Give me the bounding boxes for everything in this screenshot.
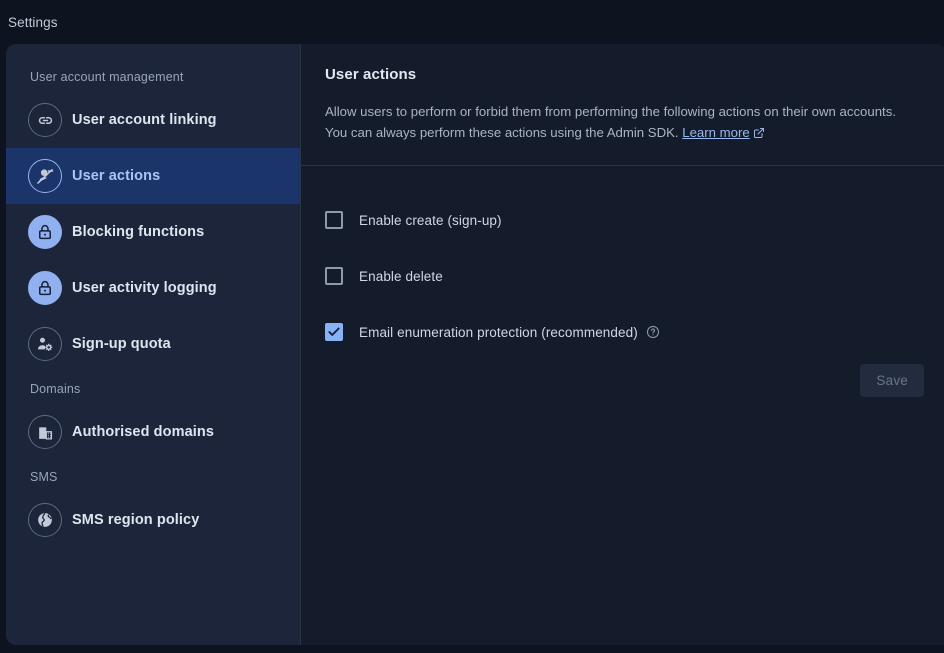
save-button-container: Save [860, 364, 924, 397]
checkbox-enable-delete[interactable] [325, 267, 343, 285]
option-row[interactable]: Email enumeration protection (recommende… [325, 304, 944, 360]
description-line-1: Allow users to perform or forbid them fr… [325, 104, 896, 119]
sidebar-item-label: SMS region policy [72, 512, 200, 528]
sidebar-item-label: User activity logging [72, 280, 217, 296]
page-title: Settings [8, 14, 58, 30]
sidebar-group-label: SMS [30, 470, 58, 484]
settings-content: User actions Allow users to perform or f… [301, 44, 944, 645]
sidebar-item-user-account-linking[interactable]: User account linking [6, 92, 300, 148]
settings-page: Settings User account management User acc… [0, 0, 944, 653]
user-actions-options: Enable create (sign-up) Enable delete Emai… [301, 166, 944, 360]
option-label: Email enumeration protection (recommende… [359, 324, 638, 340]
sidebar-group-label: User account management [30, 70, 184, 84]
settings-card: User account management User account link… [6, 44, 944, 645]
content-description: Allow users to perform or forbid them fr… [325, 101, 915, 145]
content-title: User actions [325, 66, 417, 83]
save-button[interactable]: Save [860, 364, 924, 397]
sidebar-item-label: Blocking functions [72, 224, 205, 240]
sidebar-item-blocking-functions[interactable]: Blocking functions [6, 204, 300, 260]
checkbox-email-enumeration-protection-recommended[interactable] [325, 323, 343, 341]
option-row[interactable]: Enable delete [325, 248, 944, 304]
sidebar-item-authorised-domains[interactable]: Authorised domains [6, 404, 300, 460]
option-label: Enable delete [359, 268, 443, 284]
lock-icon [28, 215, 62, 249]
content-header: User actions Allow users to perform or f… [301, 44, 944, 145]
sidebar-item-user-actions[interactable]: User actions [6, 148, 300, 204]
checkbox-enable-create-sign-up[interactable] [325, 211, 343, 229]
help-icon[interactable] [646, 325, 660, 339]
globe-icon [28, 503, 62, 537]
option-row[interactable]: Enable create (sign-up) [325, 192, 944, 248]
user-gear-icon [28, 327, 62, 361]
learn-more-link[interactable]: Learn more [682, 125, 749, 140]
sidebar-item-label: Authorised domains [72, 424, 214, 440]
sidebar-item-label: User account linking [72, 112, 217, 128]
sidebar-item-user-activity-logging[interactable]: User activity logging [6, 260, 300, 316]
option-label: Enable create (sign-up) [359, 212, 502, 228]
user-blocked-icon [28, 159, 62, 193]
sidebar-item-sms-region-policy[interactable]: SMS region policy [6, 492, 300, 548]
external-link-icon[interactable] [753, 124, 765, 145]
topbar: Settings [0, 0, 944, 44]
sidebar-group-label: Domains [30, 382, 81, 396]
sidebar-item-sign-up-quota[interactable]: Sign-up quota [6, 316, 300, 372]
sidebar-item-label: Sign-up quota [72, 336, 171, 352]
description-line-2: You can always perform these actions usi… [325, 125, 679, 140]
link-icon [28, 103, 62, 137]
sidebar-item-label: User actions [72, 168, 161, 184]
lock-icon [28, 271, 62, 305]
settings-sidebar: User account management User account link… [6, 44, 301, 645]
building-icon [28, 415, 62, 449]
